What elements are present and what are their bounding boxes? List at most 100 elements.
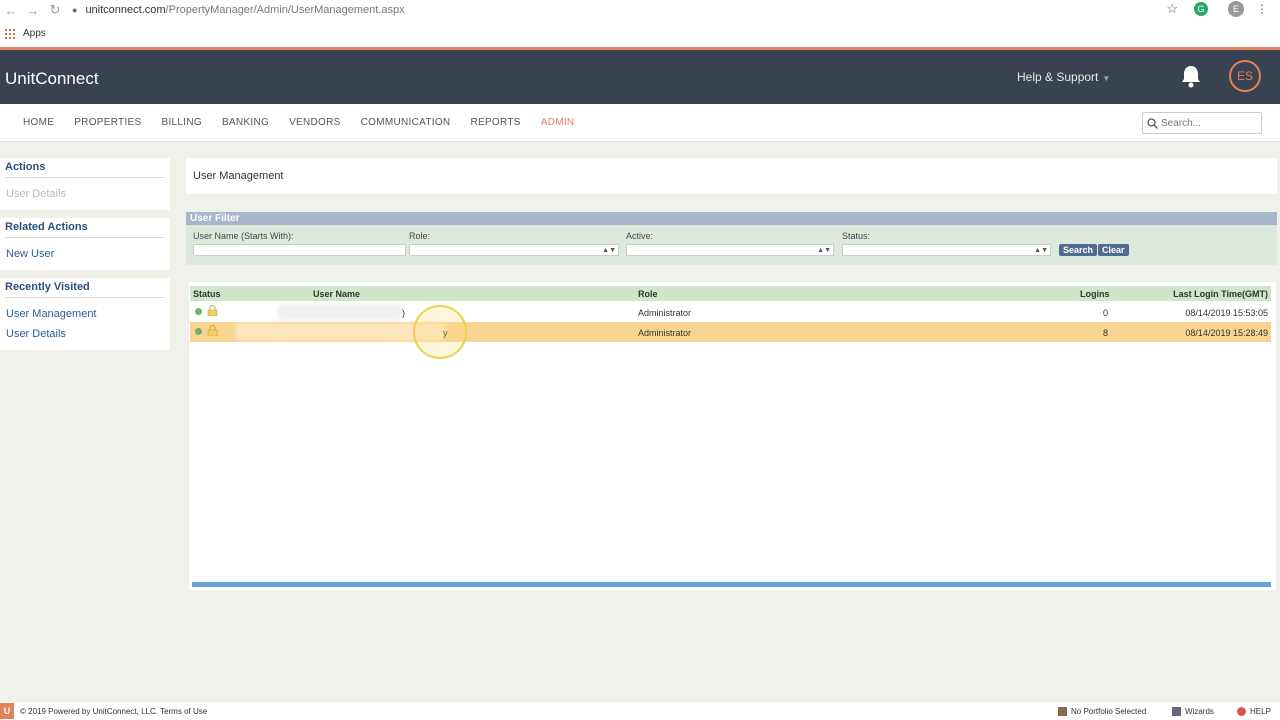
last-login-cell: 08/14/2019 15:53:05	[1185, 308, 1268, 318]
role-filter-select[interactable]: ▲▼	[409, 244, 619, 256]
status-filter-label: Status:	[842, 231, 871, 241]
unitconnect-logo-icon: U	[0, 703, 14, 719]
wizards-link[interactable]: Wizards	[1172, 707, 1214, 716]
back-icon[interactable]: ←	[0, 3, 22, 18]
user-filter-heading: User Filter	[186, 212, 1277, 225]
active-filter-label: Active:	[626, 231, 654, 241]
wizard-icon	[1172, 707, 1181, 716]
col-status[interactable]: Status	[193, 289, 221, 299]
extension-icon[interactable]: G	[1194, 2, 1208, 16]
forward-icon[interactable]: →	[22, 3, 44, 18]
help-support-label: Help & Support	[1017, 70, 1099, 84]
col-username[interactable]: User Name	[313, 289, 360, 299]
chevron-down-icon: ▼	[1102, 74, 1111, 83]
nav-admin[interactable]: ADMIN	[541, 117, 575, 128]
secure-icon: ●	[72, 5, 78, 15]
brand-logo[interactable]: UnitConnect	[5, 69, 99, 89]
username-cell: )	[402, 308, 405, 318]
role-cell: Administrator	[638, 328, 692, 338]
table-row[interactable]: y Administrator 8 08/14/2019 15:28:49	[190, 322, 1271, 342]
help-label: HELP	[1250, 707, 1271, 716]
help-link[interactable]: HELP	[1237, 707, 1271, 716]
logins-cell: 0	[1103, 308, 1109, 318]
grid-header: Status User Name Role Logins Last Login …	[190, 286, 1271, 301]
cursor-highlight	[413, 305, 467, 359]
nav-reports[interactable]: REPORTS	[470, 117, 520, 128]
notification-bell-icon[interactable]	[1180, 64, 1202, 88]
portfolio-selector[interactable]: No Portfolio Selected	[1058, 707, 1146, 716]
recently-visited-heading: Recently Visited	[5, 281, 165, 298]
profile-icon[interactable]: E	[1228, 1, 1244, 17]
related-actions-panel: Related Actions New User	[0, 218, 170, 270]
nav-properties[interactable]: PROPERTIES	[74, 117, 141, 128]
search-button[interactable]: Search	[1059, 244, 1098, 256]
grid-footer-bar	[192, 582, 1271, 587]
col-last-login[interactable]: Last Login Time(GMT)	[1173, 289, 1268, 299]
clear-button[interactable]: Clear	[1098, 244, 1129, 256]
username-filter-label: User Name (Starts With):	[193, 231, 294, 241]
status-filter-select[interactable]: ▲▼	[842, 244, 1051, 256]
active-filter-select[interactable]: ▲▼	[626, 244, 834, 256]
lock-icon[interactable]	[207, 305, 218, 316]
url-path: /PropertyManager/Admin/UserManagement.as…	[165, 4, 405, 16]
left-sidebar: Actions User Details Related Actions New…	[0, 158, 170, 358]
page-title-bar: User Management	[186, 158, 1277, 194]
related-actions-heading: Related Actions	[5, 221, 165, 238]
global-search[interactable]	[1142, 112, 1262, 134]
nav-vendors[interactable]: VENDORS	[289, 117, 341, 128]
help-support-menu[interactable]: Help & Support ▼	[1017, 70, 1110, 84]
select-arrows-icon: ▲▼	[1034, 246, 1048, 254]
url-host: unitconnect.com	[85, 4, 166, 16]
user-filter-panel: User Filter User Name (Starts With): Rol…	[186, 212, 1277, 265]
last-login-cell: 08/14/2019 15:28:49	[1185, 328, 1268, 338]
page-footer: U © 2019 Powered by UnitConnect, LLC. Te…	[0, 702, 1280, 720]
col-logins[interactable]: Logins	[1080, 289, 1110, 299]
search-input[interactable]	[1161, 117, 1257, 129]
sidebar-item-new-user[interactable]: New User	[5, 244, 165, 264]
lock-icon[interactable]	[207, 325, 218, 336]
select-arrows-icon: ▲▼	[817, 246, 831, 254]
logins-cell: 8	[1103, 328, 1109, 338]
bookmarks-bar: Apps	[0, 20, 1280, 47]
status-filter: Status: ▲▼	[842, 231, 1051, 256]
page-title: User Management	[193, 170, 284, 182]
search-icon	[1147, 117, 1158, 129]
nav-home[interactable]: HOME	[23, 117, 54, 128]
bookmark-apps[interactable]: Apps	[23, 28, 46, 39]
apps-grid-icon[interactable]	[5, 28, 15, 39]
active-status-icon	[195, 308, 202, 315]
redacted-username	[278, 304, 402, 320]
role-filter-label: Role:	[409, 231, 431, 241]
portfolio-label: No Portfolio Selected	[1071, 707, 1147, 716]
address-bar[interactable]: ● unitconnect.com /PropertyManager/Admin…	[72, 1, 1182, 19]
active-filter: Active: ▲▼	[626, 231, 834, 256]
actions-panel: Actions User Details	[0, 158, 170, 210]
username-filter-input[interactable]	[193, 244, 406, 256]
app-header: UnitConnect Help & Support ▼ ES	[0, 50, 1280, 104]
briefcase-icon	[1058, 707, 1067, 716]
recently-visited-panel: Recently Visited User Management User De…	[0, 278, 170, 350]
recent-item-user-management[interactable]: User Management	[5, 304, 165, 324]
recent-item-user-details[interactable]: User Details	[5, 324, 165, 344]
main-nav: HOME PROPERTIES BILLING BANKING VENDORS …	[0, 104, 1280, 142]
table-row[interactable]: ) Administrator 0 08/14/2019 15:53:05	[190, 302, 1271, 322]
browser-menu-icon[interactable]: ⋮	[1256, 2, 1268, 16]
nav-billing[interactable]: BILLING	[161, 117, 201, 128]
browser-toolbar: ← → ↻ ● unitconnect.com /PropertyManager…	[0, 0, 1280, 20]
bookmark-star-icon[interactable]: ☆	[1166, 1, 1178, 17]
col-role[interactable]: Role	[638, 289, 658, 299]
terms-link[interactable]: Terms of Use	[160, 707, 207, 716]
lifebuoy-icon	[1237, 707, 1246, 716]
actions-heading: Actions	[5, 161, 165, 178]
username-filter: User Name (Starts With):	[193, 231, 406, 256]
nav-communication[interactable]: COMMUNICATION	[361, 117, 451, 128]
role-cell: Administrator	[638, 308, 692, 318]
copyright-text: © 2019 Powered by UnitConnect, LLC.	[20, 707, 158, 716]
active-status-icon	[195, 328, 202, 335]
footer-copyright: © 2019 Powered by UnitConnect, LLC. Term…	[20, 707, 207, 716]
nav-banking[interactable]: BANKING	[222, 117, 269, 128]
wizards-label: Wizards	[1185, 707, 1214, 716]
user-avatar[interactable]: ES	[1229, 60, 1261, 92]
user-grid: Status User Name Role Logins Last Login …	[189, 282, 1276, 590]
reload-icon[interactable]: ↻	[44, 2, 66, 18]
